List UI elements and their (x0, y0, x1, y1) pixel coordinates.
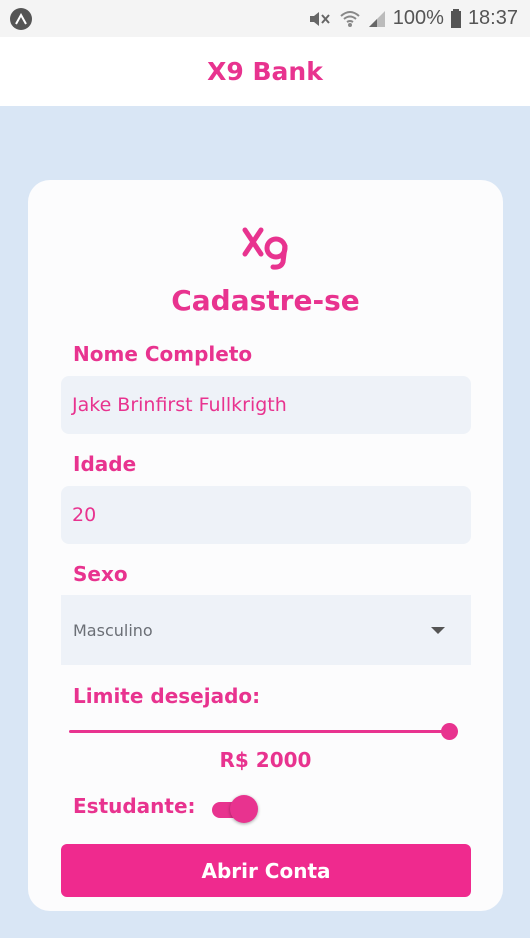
sex-label: Sexo (73, 562, 128, 586)
page-title: Cadastre-se (171, 284, 360, 317)
battery-icon (450, 8, 462, 29)
name-field[interactable]: Jake Brinfirst Fullkrigth (61, 376, 471, 434)
battery-percent: 100% (392, 7, 444, 29)
mute-icon (307, 9, 333, 29)
app-notification-icon (10, 7, 32, 30)
status-bar: 100% 18:37 (0, 0, 530, 37)
limit-label: Limite desejado: (73, 684, 261, 708)
sex-select-value: Masculino (73, 620, 153, 640)
age-field[interactable]: 20 (61, 486, 471, 544)
student-toggle[interactable] (212, 795, 260, 823)
logo (28, 224, 503, 272)
slider-track (69, 730, 449, 733)
app-header: X9 Bank (0, 37, 530, 106)
clock: 18:37 (467, 7, 518, 29)
sex-select[interactable]: Masculino (61, 595, 471, 665)
signal-icon (367, 9, 387, 29)
age-label: Idade (73, 452, 137, 476)
toggle-thumb[interactable] (230, 795, 258, 823)
chevron-down-icon (431, 626, 445, 634)
wifi-icon (339, 9, 361, 29)
app-title: X9 Bank (207, 57, 323, 86)
limit-value: R$ 2000 (219, 748, 312, 772)
slider-thumb[interactable] (441, 723, 458, 740)
open-account-button[interactable]: Abrir Conta (61, 844, 471, 897)
student-label: Estudante: (73, 794, 196, 818)
signup-card: Cadastre-se Nome Completo Jake Brinfirst… (28, 180, 503, 911)
name-label: Nome Completo (73, 342, 253, 366)
x9-logo-icon (242, 227, 287, 270)
limit-slider[interactable] (69, 721, 471, 741)
